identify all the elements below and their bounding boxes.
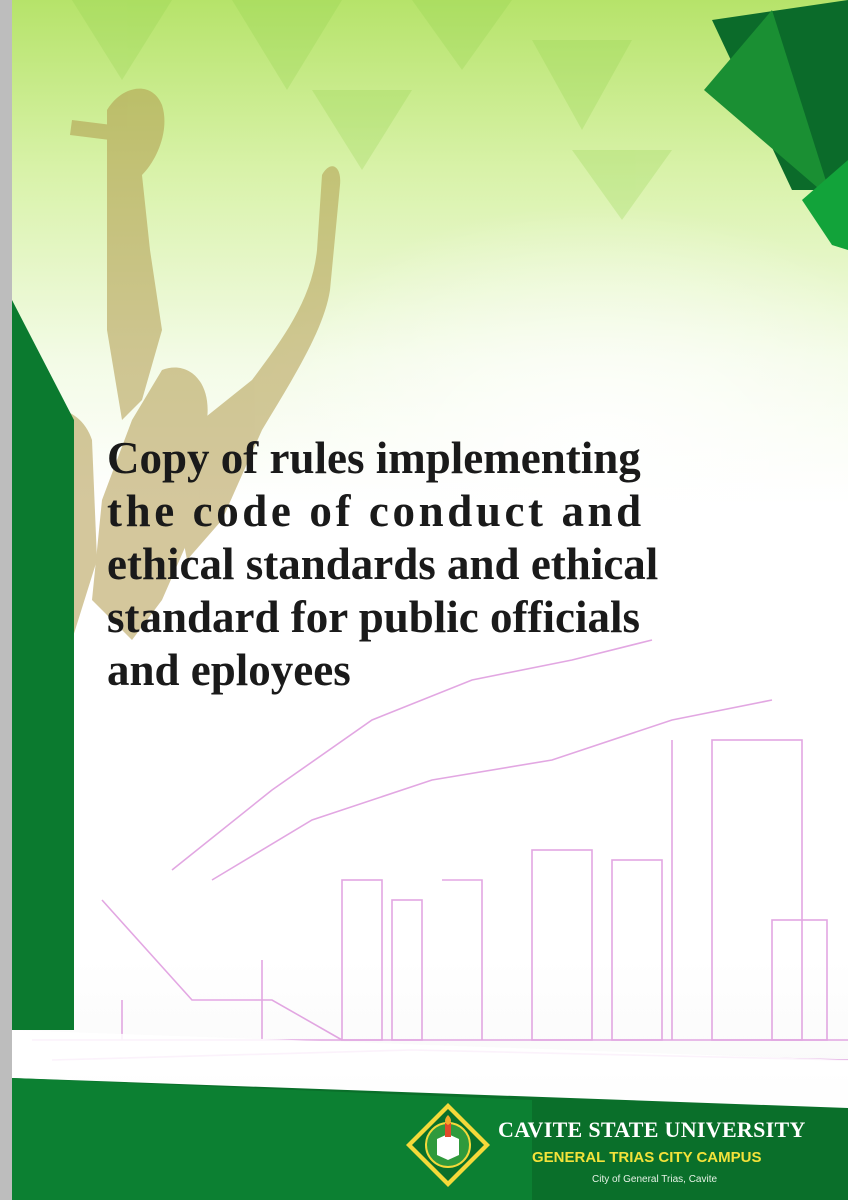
title-line: ethical standards and ethical — [107, 539, 659, 589]
left-green-band — [12, 300, 74, 1030]
title-line: and eployees — [107, 645, 351, 695]
campus-location: City of General Trias, Cavite — [592, 1174, 718, 1185]
title-line: standard for public officials — [107, 592, 640, 642]
corner-decoration — [704, 0, 848, 250]
page-margin — [0, 0, 12, 1200]
university-seal-icon — [406, 1103, 490, 1187]
building-sketch — [32, 639, 848, 1061]
document-cover: Copy of rules implementing the code of c… — [12, 0, 848, 1200]
title-line: the code of conduct and — [107, 486, 645, 536]
university-name: CAVITE STATE UNIVERSITY — [498, 1117, 806, 1142]
document-title: Copy of rules implementing the code of c… — [107, 432, 807, 697]
title-line: Copy of rules implementing — [107, 433, 641, 483]
campus-name: GENERAL TRIAS CITY CAMPUS — [532, 1149, 762, 1166]
